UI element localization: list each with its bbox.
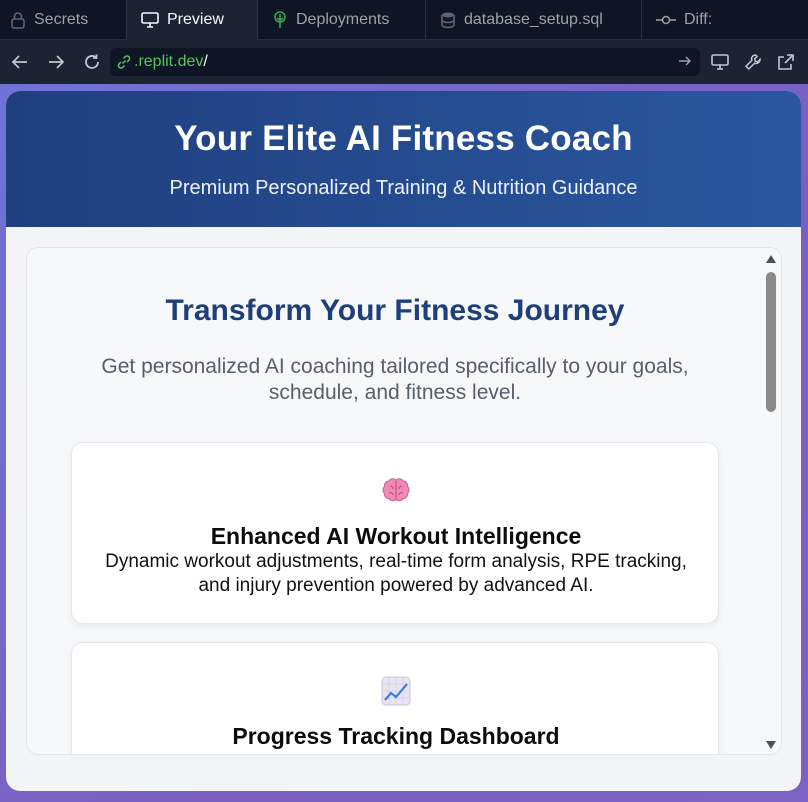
preview-actions bbox=[701, 40, 802, 84]
url-host: .replit.dev bbox=[134, 53, 204, 70]
tab-label: Preview bbox=[167, 11, 224, 28]
arrow-right-icon bbox=[49, 55, 65, 69]
content-panel[interactable]: Transform Your Fitness Journey Get perso… bbox=[26, 247, 782, 755]
commit-icon bbox=[656, 15, 676, 25]
app-title: Your Elite AI Fitness Coach bbox=[174, 119, 633, 158]
forward-button[interactable] bbox=[38, 40, 74, 84]
tab-database-setup[interactable]: database_setup.sql bbox=[426, 0, 642, 40]
device-button[interactable] bbox=[703, 40, 736, 84]
url-bar: .replit.dev / bbox=[0, 40, 808, 84]
feature-description: Dynamic workout adjustments, real-time f… bbox=[105, 551, 687, 596]
lock-icon bbox=[11, 12, 25, 29]
chart-increasing-icon bbox=[381, 676, 411, 706]
arrow-left-icon bbox=[11, 55, 27, 69]
link-icon bbox=[117, 55, 131, 69]
app-header: Your Elite AI Fitness Coach Premium Pers… bbox=[6, 91, 801, 227]
tab-secrets[interactable]: Secrets bbox=[0, 0, 127, 40]
database-icon bbox=[441, 12, 455, 29]
tab-bar: Secrets Preview Deployments database_set… bbox=[0, 0, 808, 40]
tab-deployments[interactable]: Deployments bbox=[258, 0, 426, 40]
address-input[interactable]: .replit.dev / bbox=[110, 48, 700, 76]
scrollbar[interactable] bbox=[761, 248, 781, 754]
devtools-button[interactable] bbox=[736, 40, 769, 84]
tab-preview[interactable]: Preview bbox=[127, 0, 258, 40]
deploy-icon bbox=[274, 11, 286, 28]
arrow-right-icon bbox=[679, 56, 691, 66]
scrollbar-thumb[interactable] bbox=[766, 272, 776, 412]
tab-label: Deployments bbox=[296, 11, 390, 28]
feature-title: Enhanced AI Workout Intelligence bbox=[210, 523, 582, 549]
scroll-up-icon[interactable] bbox=[765, 254, 777, 264]
preview-frame: Your Elite AI Fitness Coach Premium Pers… bbox=[0, 84, 808, 802]
section-heading: Transform Your Fitness Journey bbox=[165, 294, 625, 327]
app-window: Your Elite AI Fitness Coach Premium Pers… bbox=[6, 91, 801, 791]
go-button[interactable] bbox=[678, 54, 692, 73]
open-new-tab-button[interactable] bbox=[769, 40, 802, 84]
back-button[interactable] bbox=[2, 40, 38, 84]
feature-title: Progress Tracking Dashboard bbox=[232, 723, 560, 749]
tab-label: Diff: bbox=[684, 11, 713, 28]
brain-icon bbox=[382, 478, 410, 502]
app-subtitle: Premium Personalized Training & Nutritio… bbox=[169, 177, 638, 199]
feature-card: Progress Tracking Dashboard bbox=[71, 642, 719, 754]
reload-button[interactable] bbox=[74, 40, 110, 84]
monitor-icon bbox=[710, 54, 729, 70]
tab-label: database_setup.sql bbox=[464, 11, 603, 28]
feature-card: Enhanced AI Workout Intelligence Dynamic… bbox=[71, 442, 719, 624]
monitor-icon bbox=[141, 12, 159, 28]
scroll-down-icon[interactable] bbox=[765, 740, 777, 750]
tab-label: Secrets bbox=[34, 11, 89, 28]
external-link-icon bbox=[777, 54, 794, 70]
wrench-icon bbox=[744, 54, 761, 71]
tab-diff[interactable]: Diff: bbox=[642, 0, 808, 40]
reload-icon bbox=[85, 54, 99, 69]
section-lead: Get personalized AI coaching tailored sp… bbox=[101, 355, 689, 404]
url-path: / bbox=[203, 53, 208, 70]
